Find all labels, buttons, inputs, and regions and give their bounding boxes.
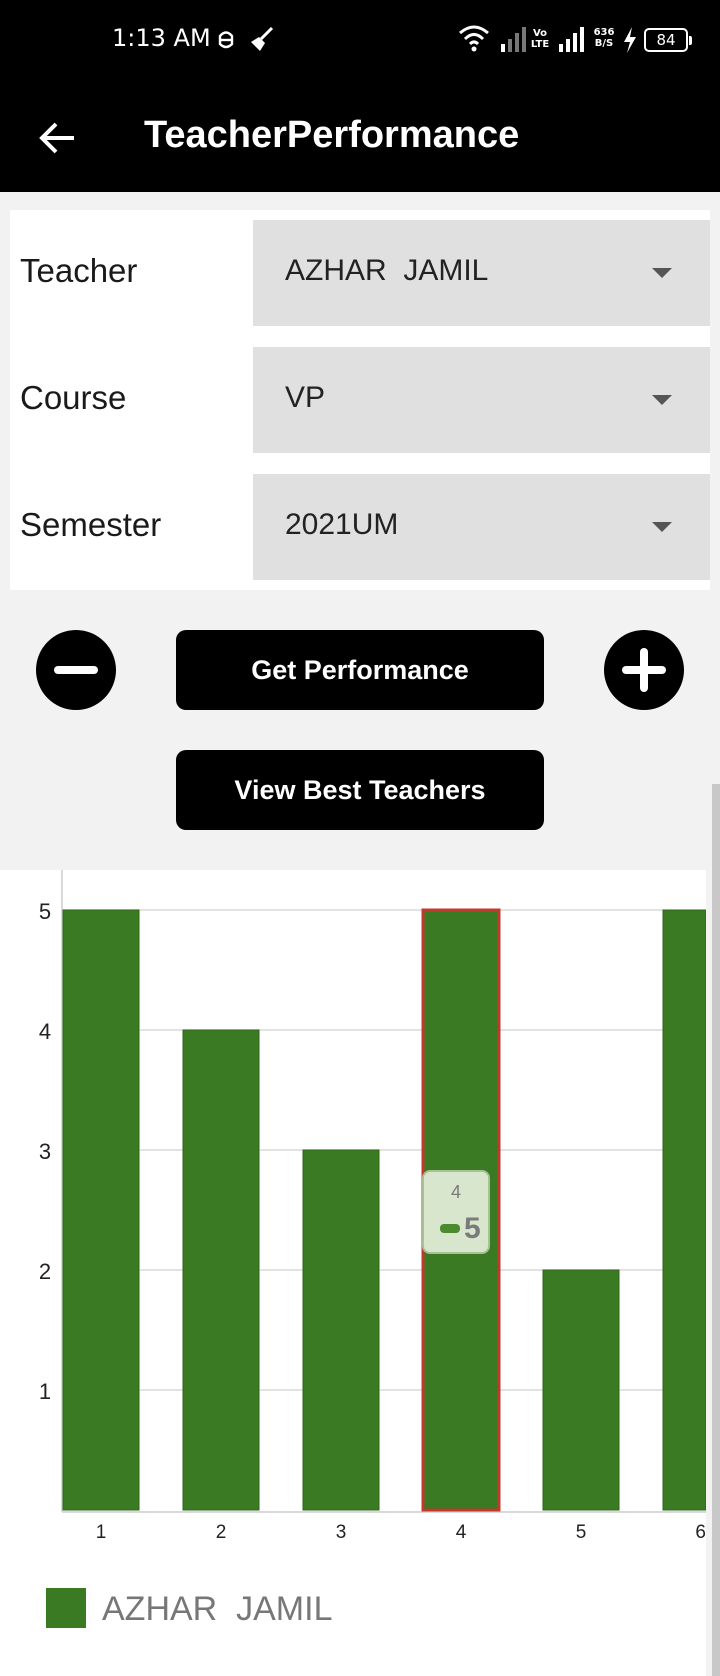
course-dropdown[interactable]: VP (253, 347, 710, 453)
tooltip-swatch (440, 1224, 460, 1233)
semester-dropdown[interactable]: 2021UM (253, 474, 710, 580)
zoom-out-button[interactable] (36, 630, 116, 710)
y-tick-label: 4 (39, 1019, 51, 1044)
x-tick-label: 2 (216, 1522, 227, 1543)
chart-tooltip: 4 5 (422, 1170, 490, 1254)
course-value: VP (285, 381, 326, 414)
semester-value: 2021UM (285, 508, 399, 541)
status-bar: 1:13 AM Vo LTE 636 B/S 84 (0, 0, 720, 84)
signal-icon (501, 27, 526, 52)
bar (182, 1029, 260, 1511)
teacher-value: AZHAR JAMIL (285, 254, 489, 287)
signal-icon (559, 27, 584, 52)
network-speed: 636 B/S (593, 27, 615, 49)
volte-icon: Vo LTE (530, 28, 550, 50)
get-performance-button[interactable]: Get Performance (176, 630, 544, 710)
arrow-left-icon[interactable] (38, 118, 78, 158)
chevron-down-icon (652, 395, 672, 405)
zoom-in-button[interactable] (604, 630, 684, 710)
bar (662, 909, 706, 1511)
x-tick-label: 4 (456, 1522, 467, 1543)
x-tick-label: 1 (96, 1522, 107, 1543)
minus-icon (54, 666, 98, 674)
bar (62, 909, 140, 1511)
chevron-down-icon (652, 268, 672, 278)
app-bar: TeacherPerformance (0, 84, 720, 192)
filter-form: Teacher AZHAR JAMIL Course VP Semester 2… (10, 210, 710, 590)
status-time: 1:13 AM (112, 24, 211, 52)
battery-icon: 84 (644, 28, 692, 52)
scrollbar[interactable] (712, 784, 720, 1676)
bar (542, 1269, 620, 1511)
debug-icon (218, 31, 234, 49)
broom-icon (251, 26, 274, 51)
legend-label: AZHAR JAMIL (102, 1590, 333, 1628)
page-title: TeacherPerformance (144, 114, 520, 156)
teacher-dropdown[interactable]: AZHAR JAMIL (253, 220, 710, 326)
y-tick-label: 2 (39, 1259, 51, 1284)
y-tick-label: 1 (39, 1379, 51, 1404)
course-label: Course (20, 379, 127, 416)
course-row: Course VP (10, 347, 710, 453)
chevron-down-icon (652, 522, 672, 532)
tooltip-category: 4 (450, 1182, 461, 1202)
legend-swatch (46, 1588, 86, 1628)
teacher-row: Teacher AZHAR JAMIL (10, 220, 710, 326)
x-tick-label: 5 (576, 1522, 587, 1543)
bar-chart: 123451 2 3 4 5 6 (39, 870, 706, 1543)
y-tick-label: 5 (39, 899, 51, 924)
performance-chart[interactable]: 12345123456 (0, 870, 706, 1676)
y-tick-label: 3 (39, 1139, 51, 1164)
charging-icon (624, 27, 636, 53)
view-best-teachers-button[interactable]: View Best Teachers (176, 750, 544, 830)
tooltip-value: 5 (464, 1212, 481, 1245)
teacher-label: Teacher (20, 252, 138, 289)
bar (302, 1149, 380, 1511)
wifi-icon (459, 25, 489, 52)
x-tick-label: 3 (336, 1522, 347, 1543)
semester-row: Semester 2021UM (10, 474, 710, 580)
x-tick-label: 6 (695, 1522, 706, 1543)
semester-label: Semester (20, 506, 162, 543)
